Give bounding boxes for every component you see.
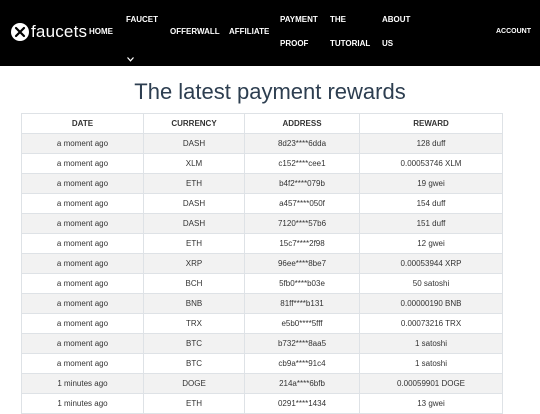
col-reward-header: REWARD <box>359 113 503 134</box>
reward-cell: 0.00000190 BNB <box>359 293 503 314</box>
table-row: 1 minutes ago DOGE 214a****6bfb 0.00059901 … <box>21 373 503 394</box>
table-row: a moment ago DASH 7120****57b6 151 duff <box>21 213 503 234</box>
reward-cell: 50 satoshi <box>359 273 503 294</box>
nav-offerwall[interactable]: OFFERWALL <box>170 20 220 44</box>
reward-cell: 0.00059901 DOGE <box>359 373 503 394</box>
address-cell: c152****cee1 <box>244 153 360 174</box>
address-cell: b4f2****079b <box>244 173 360 194</box>
date-cell: a moment ago <box>21 133 144 154</box>
nav-about-line2: US <box>382 39 394 48</box>
date-cell: 1 minutes ago <box>21 373 144 394</box>
col-date-header: DATE <box>21 113 144 134</box>
address-cell: 15c7****2f98 <box>244 233 360 254</box>
address-cell: e5b0****5fff <box>244 313 360 334</box>
currency-cell: ETH <box>143 233 245 254</box>
nav-payment-proof[interactable]: PAYMENT PROOF <box>280 8 318 56</box>
nav-about-line1: ABOUT <box>382 15 411 24</box>
payments-table: DATE CURRENCY ADDRESS REWARD a moment ag… <box>21 113 503 414</box>
table-row: 1 minutes ago ETH 0291****1434 13 gwei <box>21 393 503 414</box>
currency-cell: TRX <box>143 313 245 334</box>
nav-tutorial-line2: TUTORIAL <box>330 39 371 48</box>
table-row: a moment ago BNB 81ff****b131 0.00000190 BN… <box>21 293 503 314</box>
col-currency-header: CURRENCY <box>143 113 245 134</box>
nav-affiliate[interactable]: AFFILIATE <box>229 20 269 44</box>
nav-faucet-label: FAUCET <box>126 15 158 24</box>
top-navbar: faucets HOME FAUCET OFFERWALL AFFILIATE … <box>0 0 540 66</box>
date-cell: a moment ago <box>21 353 144 374</box>
currency-cell: DASH <box>143 213 245 234</box>
currency-cell: BNB <box>143 293 245 314</box>
reward-cell: 12 gwei <box>359 233 503 254</box>
table-row: a moment ago DASH 8d23****6dda 128 duff <box>21 133 503 154</box>
currency-cell: XLM <box>143 153 245 174</box>
table-row: a moment ago ETH 15c7****2f98 12 gwei <box>21 233 503 254</box>
nav-payment-proof-line1: PAYMENT <box>280 15 318 24</box>
brand-name: faucets <box>31 22 88 41</box>
date-cell: a moment ago <box>21 333 144 354</box>
table-header-row: DATE CURRENCY ADDRESS REWARD <box>21 113 503 134</box>
date-cell: a moment ago <box>21 193 144 214</box>
address-cell: a457****050f <box>244 193 360 214</box>
address-cell: 96ee****8be7 <box>244 253 360 274</box>
currency-cell: DASH <box>143 133 245 154</box>
currency-cell: BTC <box>143 333 245 354</box>
nav-home[interactable]: HOME <box>89 20 113 44</box>
currency-cell: BTC <box>143 353 245 374</box>
site-logo[interactable]: faucets <box>11 22 87 42</box>
reward-cell: 19 gwei <box>359 173 503 194</box>
nav-account[interactable]: ACCOUNT <box>496 20 531 44</box>
reward-cell: 151 duff <box>359 213 503 234</box>
address-cell: 81ff****b131 <box>244 293 360 314</box>
table-row: a moment ago DASH a457****050f 154 duff <box>21 193 503 214</box>
currency-cell: ETH <box>143 393 245 414</box>
reward-cell: 128 duff <box>359 133 503 154</box>
table-row: a moment ago BCH 5fb0****b03e 50 satoshi <box>21 273 503 294</box>
currency-cell: ETH <box>143 173 245 194</box>
reward-cell: 13 gwei <box>359 393 503 414</box>
reward-cell: 0.00053746 XLM <box>359 153 503 174</box>
table-row: a moment ago ETH b4f2****079b 19 gwei <box>21 173 503 194</box>
reward-cell: 1 satoshi <box>359 353 503 374</box>
address-cell: cb9a****91c4 <box>244 353 360 374</box>
address-cell: b732****8aa5 <box>244 333 360 354</box>
reward-cell: 1 satoshi <box>359 333 503 354</box>
address-cell: 214a****6bfb <box>244 373 360 394</box>
currency-cell: XRP <box>143 253 245 274</box>
date-cell: a moment ago <box>21 173 144 194</box>
col-address-header: ADDRESS <box>244 113 360 134</box>
date-cell: a moment ago <box>21 153 144 174</box>
date-cell: a moment ago <box>21 273 144 294</box>
nav-tutorial-line1: THE <box>330 15 346 24</box>
currency-cell: DOGE <box>143 373 245 394</box>
table-row: a moment ago TRX e5b0****5fff 0.00073216 TR… <box>21 313 503 334</box>
nav-payment-proof-line2: PROOF <box>280 39 309 48</box>
table-row: a moment ago BTC b732****8aa5 1 satoshi <box>21 333 503 354</box>
date-cell: a moment ago <box>21 233 144 254</box>
nav-about-us[interactable]: ABOUT US <box>382 8 410 56</box>
x-logo-icon <box>11 23 29 41</box>
address-cell: 8d23****6dda <box>244 133 360 154</box>
chevron-down-icon <box>127 48 134 72</box>
reward-cell: 0.00073216 TRX <box>359 313 503 334</box>
nav-faucet[interactable]: FAUCET <box>126 8 158 62</box>
address-cell: 5fb0****b03e <box>244 273 360 294</box>
reward-cell: 154 duff <box>359 193 503 214</box>
address-cell: 0291****1434 <box>244 393 360 414</box>
currency-cell: DASH <box>143 193 245 214</box>
currency-cell: BCH <box>143 273 245 294</box>
table-row: a moment ago XRP 96ee****8be7 0.00053944 XR… <box>21 253 503 274</box>
table-row: a moment ago XLM c152****cee1 0.00053746 XL… <box>21 153 503 174</box>
reward-cell: 0.00053944 XRP <box>359 253 503 274</box>
page-title: The latest payment rewards <box>134 79 406 104</box>
date-cell: a moment ago <box>21 253 144 274</box>
date-cell: a moment ago <box>21 293 144 314</box>
date-cell: a moment ago <box>21 213 144 234</box>
address-cell: 7120****57b6 <box>244 213 360 234</box>
nav-the-tutorial[interactable]: THE TUTORIAL <box>330 8 370 56</box>
table-row: a moment ago BTC cb9a****91c4 1 satoshi <box>21 353 503 374</box>
date-cell: 1 minutes ago <box>21 393 144 414</box>
date-cell: a moment ago <box>21 313 144 334</box>
